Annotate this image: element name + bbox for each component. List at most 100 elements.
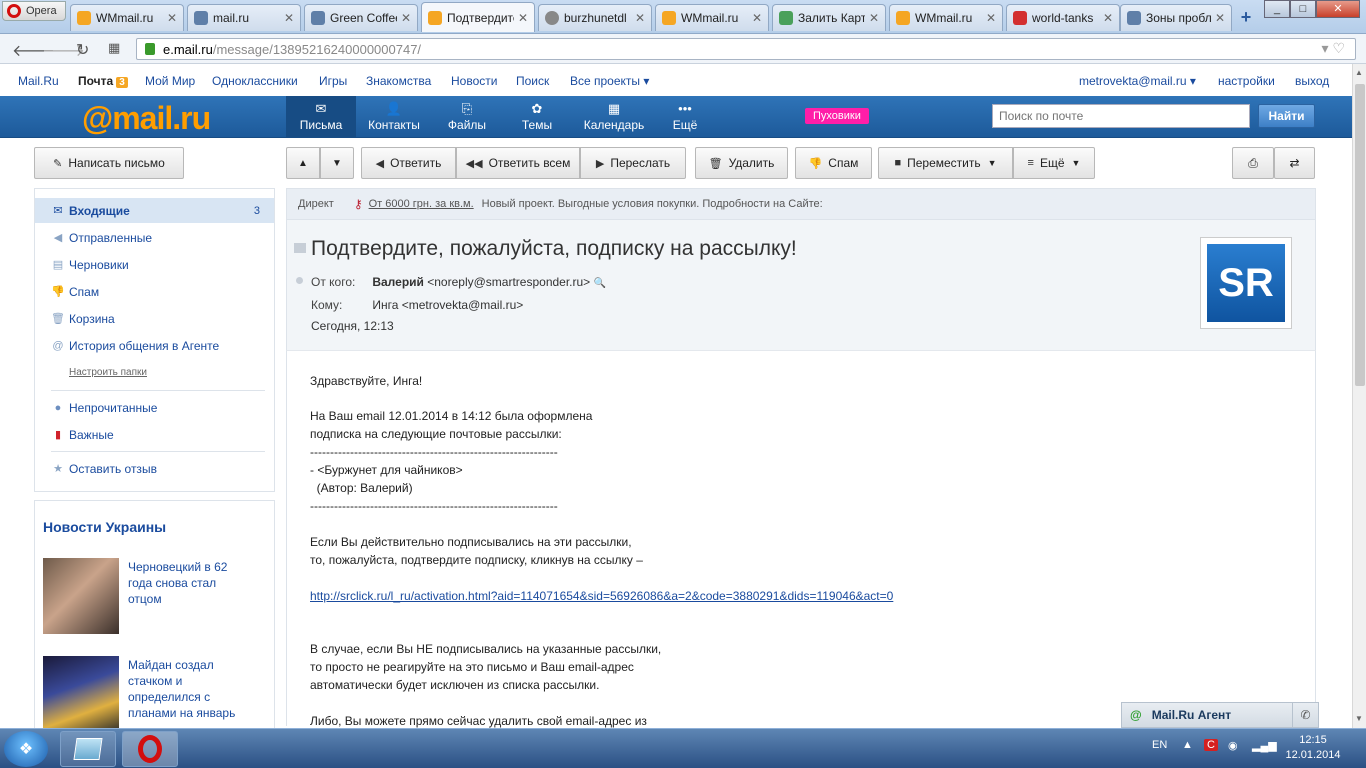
portal-link-mail[interactable]: Почта 3: [78, 74, 128, 88]
folder-inbox[interactable]: ✉ Входящие 3: [35, 198, 274, 223]
maximize-icon[interactable]: □: [1290, 0, 1316, 18]
sender-name[interactable]: Валерий: [372, 275, 424, 289]
user-account-menu[interactable]: metrovekta@mail.ru ▾: [1079, 74, 1196, 88]
folder-sent[interactable]: ◀ Отправленные: [35, 225, 274, 250]
folder-drafts[interactable]: ▤ Черновики: [35, 252, 274, 277]
folder-agent-history[interactable]: @ История общения в Агенте: [35, 333, 274, 358]
delete-button[interactable]: 🗑 Удалить: [695, 147, 788, 179]
tab-close-icon[interactable]: ✕: [284, 11, 294, 25]
browser-tab[interactable]: mail.ru ✕: [187, 4, 301, 31]
news-photo-2[interactable]: [43, 656, 119, 732]
news-headline-1[interactable]: Черновецкий в 62 года снова стал отцом: [128, 559, 248, 607]
filter-unread[interactable]: ● Непрочитанные: [35, 395, 274, 420]
tab-close-icon[interactable]: ✕: [869, 11, 879, 25]
minimize-icon[interactable]: _: [1264, 0, 1290, 18]
print-button[interactable]: ⎙: [1232, 147, 1274, 179]
next-message-button[interactable]: ▼: [320, 147, 354, 179]
taskbar-clock[interactable]: 12:15 12.01.2014: [1280, 733, 1346, 763]
tab-close-icon[interactable]: ✕: [518, 11, 528, 25]
ad-link[interactable]: От 6000 грн. за кв.м.: [369, 198, 474, 210]
tray-app-icon[interactable]: ◉: [1228, 739, 1238, 752]
nav-calendar[interactable]: ▦ Календарь: [578, 96, 650, 138]
browser-tab[interactable]: Green Coffee ✕: [304, 4, 418, 31]
browser-tab[interactable]: WMmail.ru ✕: [655, 4, 769, 31]
compose-button[interactable]: ✎ Написать письмо: [34, 147, 184, 179]
prev-message-button[interactable]: ▲: [286, 147, 320, 179]
reload-icon[interactable]: ↻: [76, 40, 89, 60]
portal-link-search[interactable]: Поиск: [516, 74, 549, 88]
bookmark-heart-icon[interactable]: ♡: [1332, 40, 1345, 56]
mailru-logo[interactable]: @mail.ru: [82, 100, 211, 137]
sender-email[interactable]: <noreply@smartresponder.ru>: [427, 275, 590, 289]
search-button[interactable]: Найти: [1258, 104, 1315, 128]
news-widget-title[interactable]: Новости Украины: [43, 519, 166, 535]
browser-tab[interactable]: Зоны пробле ✕: [1120, 4, 1232, 31]
page-scrollbar[interactable]: ▲ ▼: [1352, 64, 1366, 728]
translate-button[interactable]: ⇄: [1274, 147, 1315, 179]
speed-dial-grid-icon[interactable]: ▦: [108, 40, 120, 56]
close-window-icon[interactable]: ✕: [1316, 0, 1360, 18]
move-button[interactable]: ■ Переместить ▼: [878, 147, 1013, 179]
nav-contacts[interactable]: 👤 Контакты: [360, 96, 428, 138]
scroll-up-icon[interactable]: ▲: [1355, 68, 1363, 77]
scrollbar-thumb[interactable]: [1355, 84, 1365, 386]
tab-close-icon[interactable]: ✕: [1103, 11, 1113, 25]
opera-menu-button[interactable]: Opera: [2, 1, 66, 21]
scroll-down-icon[interactable]: ▼: [1355, 714, 1363, 723]
portal-link-dating[interactable]: Знакомства: [366, 74, 431, 88]
reply-button[interactable]: ◀ Ответить: [361, 147, 456, 179]
filter-important[interactable]: ▮ Важные: [35, 422, 274, 447]
new-tab-icon[interactable]: +: [1236, 8, 1256, 28]
forward-button[interactable]: ▶ Переслать: [580, 147, 686, 179]
magnifier-icon[interactable]: 🔍: [594, 278, 606, 289]
nav-themes[interactable]: ✿ Темы: [514, 96, 560, 138]
mailru-agent-bar[interactable]: @ Mail.Ru Агент ✆: [1121, 702, 1319, 728]
browser-tab-active[interactable]: Подтвердите ✕: [421, 2, 535, 32]
read-status-dot-icon[interactable]: [296, 277, 303, 284]
rss-dropdown-icon[interactable]: ▾: [1322, 40, 1329, 56]
news-headline-2[interactable]: Майдан создал стачком и определился с пл…: [128, 657, 248, 721]
feedback-link[interactable]: ★ Оставить отзыв: [35, 456, 274, 481]
network-signal-icon[interactable]: ▂▄▆: [1252, 739, 1277, 752]
taskbar-explorer[interactable]: [60, 731, 116, 767]
browser-tab[interactable]: world-tanks ✕: [1006, 4, 1120, 31]
portal-link-games[interactable]: Игры: [319, 74, 347, 88]
news-photo-1[interactable]: [43, 558, 119, 634]
nav-letters[interactable]: ✉ Письма: [286, 96, 356, 138]
recipient[interactable]: Инга <metrovekta@mail.ru>: [372, 298, 523, 312]
antivirus-icon[interactable]: C: [1204, 739, 1218, 751]
tab-close-icon[interactable]: ✕: [635, 11, 645, 25]
spam-button[interactable]: 👎 Спам: [795, 147, 872, 179]
promo-badge[interactable]: Пуховики: [805, 108, 869, 124]
portal-link-news[interactable]: Новости: [451, 74, 497, 88]
taskbar-opera[interactable]: [122, 731, 178, 767]
settings-link[interactable]: настройки: [1218, 74, 1275, 88]
tray-expand-icon[interactable]: ▲: [1182, 739, 1193, 751]
tab-close-icon[interactable]: ✕: [167, 11, 177, 25]
browser-tab[interactable]: Залить Карт ✕: [772, 4, 886, 31]
browser-tab[interactable]: burzhunetdl ✕: [538, 4, 652, 31]
tab-close-icon[interactable]: ✕: [1215, 11, 1225, 25]
browser-tab[interactable]: WMmail.ru ✕: [70, 4, 184, 31]
browser-tab[interactable]: WMmail.ru ✕: [889, 4, 1003, 31]
language-indicator[interactable]: EN: [1152, 739, 1167, 751]
mail-search-input[interactable]: [992, 104, 1250, 128]
portal-link-all-projects[interactable]: Все проекты ▾: [570, 74, 649, 88]
phone-icon[interactable]: ✆: [1292, 703, 1318, 727]
folder-spam[interactable]: 👎 Спам: [35, 279, 274, 304]
url-field[interactable]: e.mail.ru/message/13895216240000000747/ …: [136, 38, 1356, 60]
reply-all-button[interactable]: ◀◀ Ответить всем: [456, 147, 580, 179]
folder-trash[interactable]: 🗑 Корзина: [35, 306, 274, 331]
more-actions-button[interactable]: ≡ Ещё ▼: [1013, 147, 1095, 179]
activation-link[interactable]: http://srclick.ru/l_ru/activation.html?a…: [310, 587, 893, 605]
portal-link-my-world[interactable]: Мой Мир: [145, 74, 195, 88]
nav-more[interactable]: ••• Ещё: [666, 96, 704, 138]
start-button[interactable]: ❖: [4, 731, 48, 767]
tab-close-icon[interactable]: ✕: [401, 11, 411, 25]
tab-close-icon[interactable]: ✕: [752, 11, 762, 25]
logout-link[interactable]: выход: [1295, 74, 1329, 88]
configure-folders-link[interactable]: Настроить папки: [69, 367, 147, 378]
portal-link-mailru[interactable]: Mail.Ru: [18, 74, 59, 88]
flag-icon[interactable]: [294, 243, 306, 253]
nav-files[interactable]: ⎘ Файлы: [440, 96, 494, 138]
